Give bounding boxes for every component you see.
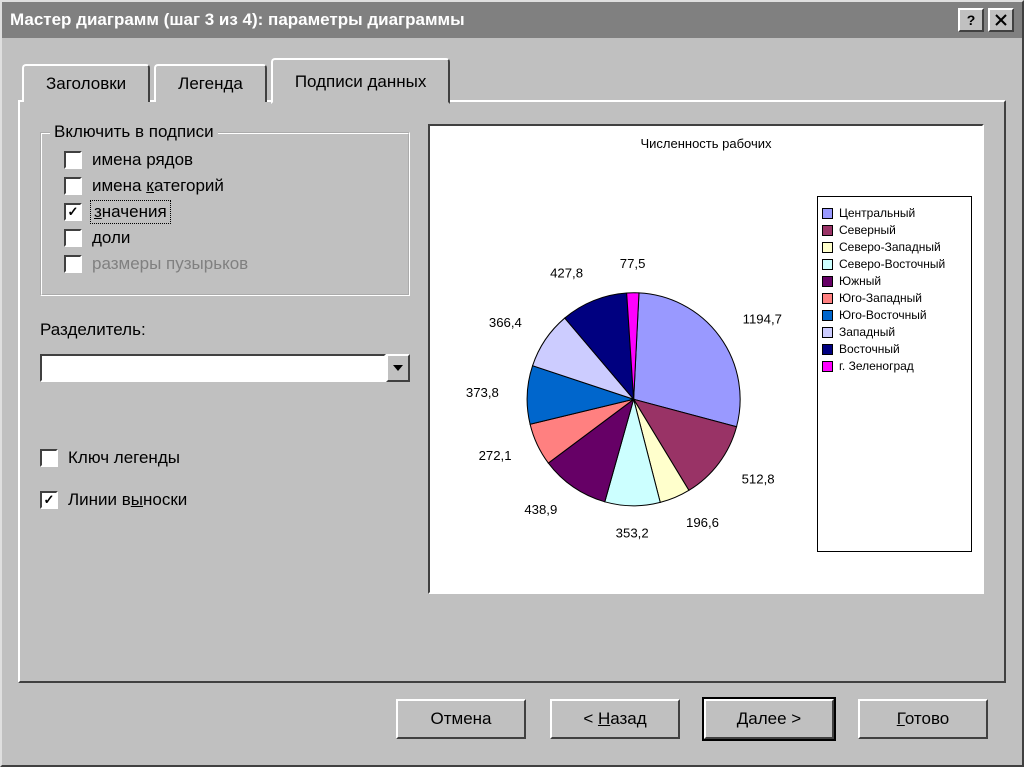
- legend-item: Западный: [822, 325, 967, 339]
- checkbox-values[interactable]: [64, 203, 82, 221]
- legend-label: Юго-Восточный: [839, 308, 927, 322]
- row-bubble-sizes: размеры пузырьков: [64, 254, 394, 274]
- label-legend-key: Ключ легенды: [68, 448, 180, 468]
- pie-data-label: 196,6: [686, 515, 719, 530]
- pie-data-label: 366,4: [489, 315, 522, 330]
- legend-label: Северо-Восточный: [839, 257, 945, 271]
- close-button[interactable]: [988, 8, 1014, 32]
- legend-label: г. Зеленоград: [839, 359, 914, 373]
- chevron-down-icon: [393, 365, 403, 371]
- pie-data-label: 373,8: [466, 385, 499, 400]
- tab-datalabels[interactable]: Подписи данных: [271, 58, 451, 104]
- include-in-labels-group: Включить в подписи имена рядов имена кат…: [40, 132, 410, 296]
- tab-strip: Заголовки Легенда Подписи данных: [22, 56, 1006, 100]
- pie-data-label: 353,2: [616, 526, 649, 541]
- legend-item: Южный: [822, 274, 967, 288]
- chart-legend: Центральный Северный Северо-Западный Северо…: [817, 196, 972, 552]
- label-series-names: имена рядов: [92, 150, 193, 170]
- legend-label: Южный: [839, 274, 881, 288]
- pie-data-label: 427,8: [550, 266, 583, 281]
- pie-data-label: 438,9: [524, 502, 557, 517]
- window-title: Мастер диаграмм (шаг 3 из 4): параметры …: [10, 10, 954, 30]
- label-percentages: доли: [92, 228, 130, 248]
- next-button[interactable]: Далее >: [704, 699, 834, 739]
- dialog-content: Заголовки Легенда Подписи данных Включит…: [2, 38, 1022, 765]
- row-values: значения: [64, 202, 394, 222]
- cancel-button[interactable]: Отмена: [396, 699, 526, 739]
- tab-panel: Включить в подписи имена рядов имена кат…: [18, 100, 1006, 683]
- row-category-names: имена категорий: [64, 176, 394, 196]
- row-leader-lines: Линии выноски: [40, 490, 410, 510]
- dialog-window: Мастер диаграмм (шаг 3 из 4): параметры …: [0, 0, 1024, 767]
- legend-item: г. Зеленоград: [822, 359, 967, 373]
- separator-dropdown-button[interactable]: [386, 354, 410, 382]
- legend-item: Юго-Западный: [822, 291, 967, 305]
- legend-label: Центральный: [839, 206, 915, 220]
- titlebar: Мастер диаграмм (шаг 3 из 4): параметры …: [2, 2, 1022, 38]
- checkbox-leader-lines[interactable]: [40, 491, 58, 509]
- legend-label: Северный: [839, 223, 896, 237]
- pie-area: 1194,7 512,8 196,6 353,2 438,9 272,1 373,8 366,…: [430, 166, 817, 592]
- finish-button[interactable]: Готово: [858, 699, 988, 739]
- preview-column: Численность рабочих 1194,7 512,8 196,6 353,…: [428, 124, 984, 661]
- legend-swatch: [822, 225, 833, 236]
- legend-item: Юго-Восточный: [822, 308, 967, 322]
- checkbox-series-names[interactable]: [64, 151, 82, 169]
- pie-svg: 1194,7 512,8 196,6 353,2 438,9 272,1 373,8 366,…: [430, 166, 817, 592]
- legend-swatch: [822, 361, 833, 372]
- row-legend-key: Ключ легенды: [40, 448, 410, 468]
- separator-label: Разделитель:: [40, 320, 410, 340]
- separator-combo[interactable]: [40, 354, 410, 382]
- checkbox-legend-key[interactable]: [40, 449, 58, 467]
- legend-item: Северо-Восточный: [822, 257, 967, 271]
- label-bubble-sizes: размеры пузырьков: [92, 254, 248, 274]
- legend-item: Северный: [822, 223, 967, 237]
- legend-item: Северо-Западный: [822, 240, 967, 254]
- chart-title: Численность рабочих: [430, 136, 982, 151]
- legend-swatch: [822, 208, 833, 219]
- close-icon: [995, 14, 1007, 26]
- back-button[interactable]: < Назад: [550, 699, 680, 739]
- tab-legend[interactable]: Легенда: [154, 64, 267, 102]
- legend-swatch: [822, 310, 833, 321]
- row-series-names: имена рядов: [64, 150, 394, 170]
- pie-data-label: 77,5: [620, 256, 646, 271]
- row-percentages: доли: [64, 228, 394, 248]
- legend-item: Центральный: [822, 206, 967, 220]
- legend-swatch: [822, 344, 833, 355]
- label-leader-lines: Линии выноски: [68, 490, 187, 510]
- checkbox-bubble-sizes: [64, 255, 82, 273]
- chart-body: 1194,7 512,8 196,6 353,2 438,9 272,1 373,8 366,…: [430, 166, 982, 592]
- legend-swatch: [822, 242, 833, 253]
- label-category-names: имена категорий: [92, 176, 224, 196]
- pie-data-label: 512,8: [742, 472, 775, 487]
- label-values: значения: [92, 202, 169, 222]
- pie-data-label: 1194,7: [743, 311, 782, 326]
- legend-label: Восточный: [839, 342, 900, 356]
- checkbox-percentages[interactable]: [64, 229, 82, 247]
- checkbox-category-names[interactable]: [64, 177, 82, 195]
- legend-swatch: [822, 259, 833, 270]
- legend-label: Северо-Западный: [839, 240, 941, 254]
- help-button[interactable]: ?: [958, 8, 984, 32]
- legend-swatch: [822, 293, 833, 304]
- wizard-buttons: Отмена < Назад Далее > Готово: [18, 683, 1006, 753]
- tab-headers[interactable]: Заголовки: [22, 64, 150, 102]
- legend-label: Юго-Западный: [839, 291, 922, 305]
- legend-swatch: [822, 327, 833, 338]
- legend-swatch: [822, 276, 833, 287]
- legend-label: Западный: [839, 325, 895, 339]
- chart-preview: Численность рабочих 1194,7 512,8 196,6 353,…: [428, 124, 984, 594]
- separator-input[interactable]: [40, 354, 386, 382]
- group-title: Включить в подписи: [50, 122, 218, 142]
- pie-data-label: 272,1: [479, 448, 512, 463]
- options-column: Включить в подписи имена рядов имена кат…: [40, 124, 410, 661]
- legend-item: Восточный: [822, 342, 967, 356]
